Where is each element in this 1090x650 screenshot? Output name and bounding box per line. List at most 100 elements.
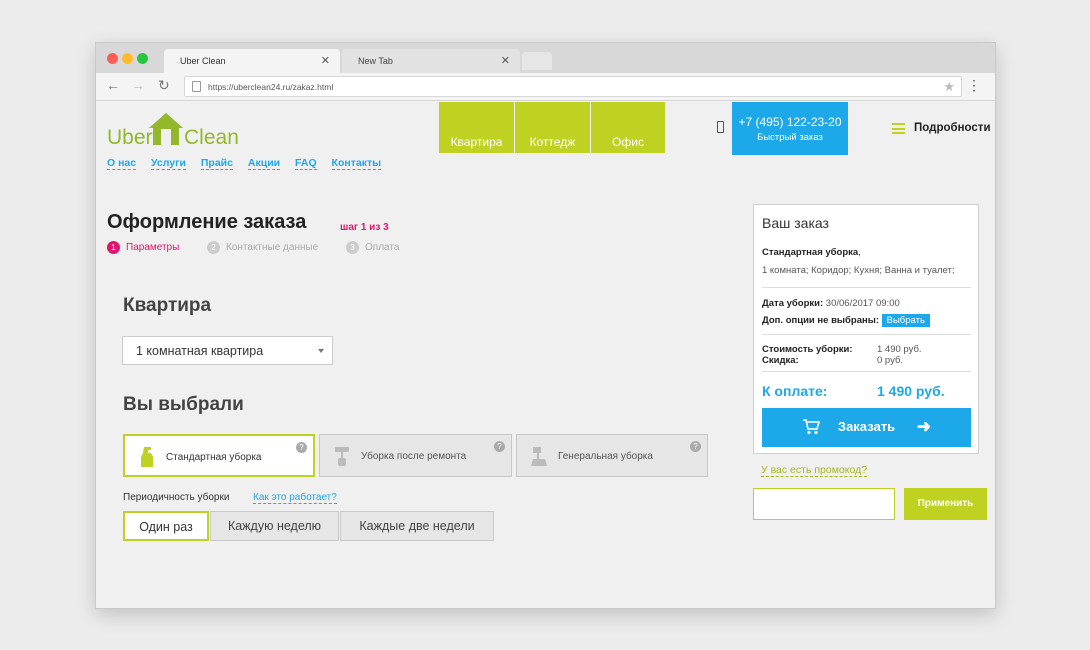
summary-service: Стандартная уборка, [762, 247, 861, 258]
hamburger-icon[interactable] [892, 123, 905, 134]
house-logo-icon [149, 113, 183, 145]
browser-menu-icon[interactable]: ⋮ [967, 78, 981, 92]
new-tab-button[interactable] [522, 52, 552, 70]
divider [762, 334, 971, 335]
summary-options-row: Доп. опции не выбраны: Выбрать [762, 314, 930, 327]
discount-value: 0 руб. [877, 355, 904, 366]
tab-title: New Tab [358, 56, 393, 66]
step-number: 2 [207, 241, 220, 254]
period-once-button[interactable]: Один раз [123, 511, 209, 541]
step-indicator: шаг 1 из 3 [340, 222, 389, 233]
tab-close-icon[interactable]: ✕ [501, 54, 510, 67]
apply-promo-button[interactable]: Применить [904, 488, 987, 520]
sub-navigation: О нас Услуги Прайс Акции FAQ Контакты [107, 157, 393, 170]
page-icon [192, 81, 201, 92]
apartment-select-value: 1 комнатная квартира [136, 344, 264, 358]
url-text: https://uberclean24.ru/zakaz.html [208, 82, 334, 92]
summary-discount-row: Скидка: [762, 355, 799, 366]
back-arrow-icon[interactable]: ← [106, 77, 120, 93]
step-number: 3 [346, 241, 359, 254]
help-icon[interactable]: ? [690, 441, 701, 452]
summary-date-row: Дата уборки: 30/06/2017 09:00 [762, 298, 900, 309]
phone-number: +7 (495) 122-23-20 [738, 115, 842, 129]
quick-order-label: Быстрый заказ [757, 132, 823, 143]
service-standard-cleaning[interactable]: Стандартная уборка ? [123, 434, 315, 477]
browser-toolbar: ← → ↻ https://uberclean24.ru/zakaz.html … [96, 73, 995, 101]
browser-window: Uber Clean ✕ New Tab ✕ ← → ↻ https://ube… [95, 42, 996, 609]
summary-service-name: Стандартная уборка [762, 247, 859, 258]
step-contacts: 2 Контактные данные [207, 241, 318, 254]
service-label: Генеральная уборка [558, 451, 653, 462]
details-link[interactable]: Подробности [914, 122, 991, 134]
bookmark-star-icon[interactable]: ★ [943, 79, 955, 95]
reload-icon[interactable]: ↻ [158, 77, 170, 94]
choose-options-button[interactable]: Выбрать [881, 314, 930, 327]
cost-value: 1 490 руб. [877, 344, 922, 355]
forward-arrow-icon[interactable]: → [131, 77, 145, 93]
subnav-faq[interactable]: FAQ [295, 157, 317, 170]
total-label: К оплате: [762, 383, 828, 399]
help-icon[interactable]: ? [494, 441, 505, 452]
divider [762, 287, 971, 288]
site-logo[interactable]: Uber Clean [106, 111, 246, 151]
chevron-down-icon [318, 349, 324, 353]
address-bar[interactable]: https://uberclean24.ru/zakaz.html ★ [184, 76, 962, 97]
order-summary-card: Ваш заказ Стандартная уборка, 1 комната;… [753, 204, 979, 454]
step-label: Контактные данные [226, 242, 319, 254]
discount-label: Скидка: [762, 355, 799, 366]
cart-icon [803, 419, 820, 435]
date-value: 30/06/2017 09:00 [825, 298, 900, 309]
service-label: Стандартная уборка [166, 452, 262, 463]
cost-label: Стоимость уборки: [762, 344, 853, 355]
menu-office[interactable]: Офис [591, 102, 665, 153]
close-window-button[interactable] [107, 53, 118, 64]
menu-apartment[interactable]: Квартира [439, 102, 514, 153]
service-label: Уборка после ремонта [361, 451, 467, 462]
logo-text-left: Uber [107, 126, 153, 149]
place-order-button[interactable]: Заказать ➜ [762, 408, 971, 447]
periodicity-label: Периодичность уборки [123, 492, 230, 503]
section-chosen-title: Вы выбрали [123, 394, 244, 415]
options-label: Доп. опции не выбраны: [762, 315, 879, 326]
help-icon[interactable]: ? [296, 442, 307, 453]
tab-title: Uber Clean [180, 56, 226, 66]
periodicity-help-link[interactable]: Как это работает? [253, 492, 337, 504]
paint-roller-icon [335, 447, 349, 466]
cleaning-tools-icon [531, 447, 547, 466]
tab-uber-clean[interactable]: Uber Clean ✕ [164, 49, 340, 73]
apartment-select[interactable]: 1 комнатная квартира [122, 336, 333, 365]
subnav-contacts[interactable]: Контакты [331, 157, 382, 170]
subnav-services[interactable]: Услуги [151, 157, 186, 170]
step-label: Параметры [126, 242, 180, 254]
step-label: Оплата [365, 242, 400, 254]
minimize-window-button[interactable] [122, 53, 133, 64]
tab-strip: Uber Clean ✕ New Tab ✕ [96, 43, 995, 73]
total-value: 1 490 руб. [877, 383, 945, 399]
summary-title: Ваш заказ [762, 215, 829, 231]
arrow-right-icon: ➜ [916, 417, 931, 436]
section-apartment-title: Квартира [123, 295, 212, 316]
promo-code-input[interactable] [753, 488, 895, 520]
quick-order-button[interactable]: +7 (495) 122-23-20 Быстрый заказ [732, 102, 848, 155]
phone-icon [717, 121, 724, 133]
summary-cost-row: Стоимость уборки: [762, 344, 853, 355]
summary-rooms: 1 комната; Коридор; Кухня; Ванна и туале… [762, 265, 955, 276]
maximize-window-button[interactable] [137, 53, 148, 64]
step-number: 1 [107, 241, 120, 254]
summary-service-suffix: , [858, 247, 861, 258]
step-parameters: 1 Параметры [107, 241, 179, 254]
subnav-prices[interactable]: Прайс [200, 157, 233, 170]
subnav-about[interactable]: О нас [107, 157, 137, 170]
period-weekly-button[interactable]: Каждую неделю [210, 511, 339, 541]
period-biweekly-button[interactable]: Каждые две недели [340, 511, 494, 541]
promo-code-link[interactable]: У вас есть промокод? [761, 464, 868, 477]
divider [762, 371, 971, 372]
service-general-cleaning[interactable]: Генеральная уборка ? [516, 434, 708, 477]
tab-close-icon[interactable]: ✕ [321, 54, 330, 67]
page-title: Оформление заказа [107, 211, 307, 233]
menu-cottage[interactable]: Коттедж [515, 102, 590, 153]
service-after-renovation[interactable]: Уборка после ремонта ? [319, 434, 512, 477]
tab-new-tab[interactable]: New Tab ✕ [342, 49, 520, 73]
spray-bottle-icon [141, 447, 153, 467]
subnav-promotions[interactable]: Акции [247, 157, 281, 170]
